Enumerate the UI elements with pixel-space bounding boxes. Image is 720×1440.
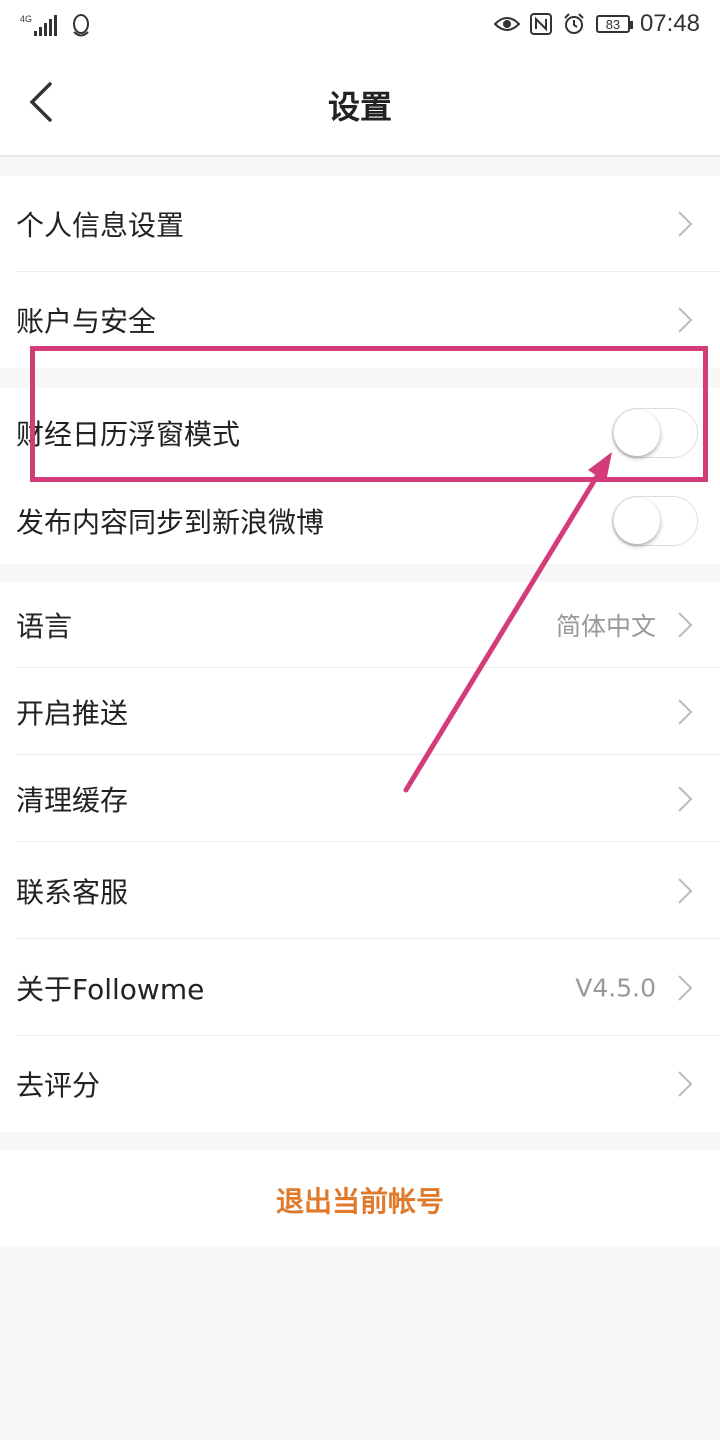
eye-icon <box>493 14 520 34</box>
chevron-right-icon <box>678 785 693 812</box>
chevron-right-icon <box>678 974 693 1001</box>
row-label: 去评分 <box>16 1069 101 1102</box>
row-language[interactable]: 语言 简体中文 <box>0 582 720 668</box>
row-contact-service[interactable]: 联系客服 <box>0 842 720 939</box>
chevron-right-icon <box>678 698 693 725</box>
annotation-highlight-box <box>30 346 708 482</box>
row-label: 开启推送 <box>16 696 129 730</box>
row-weibo-sync: 发布内容同步到新浪微博 <box>0 478 720 564</box>
chevron-right-icon <box>678 612 693 638</box>
alarm-icon <box>562 12 586 36</box>
logout-button[interactable]: 退出当前帐号 <box>0 1150 720 1246</box>
row-rate[interactable]: 去评分 <box>0 1036 720 1132</box>
row-label: 账户与安全 <box>16 305 157 338</box>
battery-level: 83 <box>605 16 621 32</box>
row-push[interactable]: 开启推送 <box>0 668 720 755</box>
logout-label: 退出当前帐号 <box>275 1185 444 1218</box>
row-personal-info[interactable]: 个人信息设置 <box>0 176 720 272</box>
row-label: 个人信息设置 <box>16 209 185 242</box>
row-clear-cache[interactable]: 清理缓存 <box>0 755 720 842</box>
status-time: 07:48 <box>639 10 700 37</box>
row-label: 关于Followme <box>16 972 205 1006</box>
language-value: 简体中文 <box>555 612 656 641</box>
row-label: 语言 <box>16 610 73 643</box>
toggle-knob <box>614 498 660 544</box>
section-misc: 语言 简体中文 开启推送 清理缓存 联系客服 关于Followme V4.5.0… <box>0 582 720 1132</box>
row-label: 联系客服 <box>16 875 129 909</box>
chevron-right-icon <box>678 1071 693 1097</box>
weibo-sync-toggle[interactable] <box>612 496 698 546</box>
svg-text:4G: 4G <box>20 14 32 24</box>
nav-bar: 设置 <box>0 50 720 157</box>
row-about[interactable]: 关于Followme V4.5.0 <box>0 939 720 1036</box>
signal-icon: 4G <box>20 13 60 37</box>
nfc-icon <box>529 13 552 35</box>
status-bar: 4G 83 07:48 <box>0 0 720 50</box>
section-profile: 个人信息设置 账户与安全 <box>0 176 720 368</box>
chevron-right-icon <box>678 307 693 333</box>
page-title: 设置 <box>327 88 392 126</box>
row-label: 清理缓存 <box>16 783 129 817</box>
qq-icon <box>70 12 92 38</box>
row-label: 发布内容同步到新浪微博 <box>16 506 325 539</box>
chevron-right-icon <box>678 877 693 904</box>
version-value: V4.5.0 <box>575 973 656 1002</box>
chevron-right-icon <box>678 211 693 237</box>
battery-icon: 83 <box>595 15 633 33</box>
